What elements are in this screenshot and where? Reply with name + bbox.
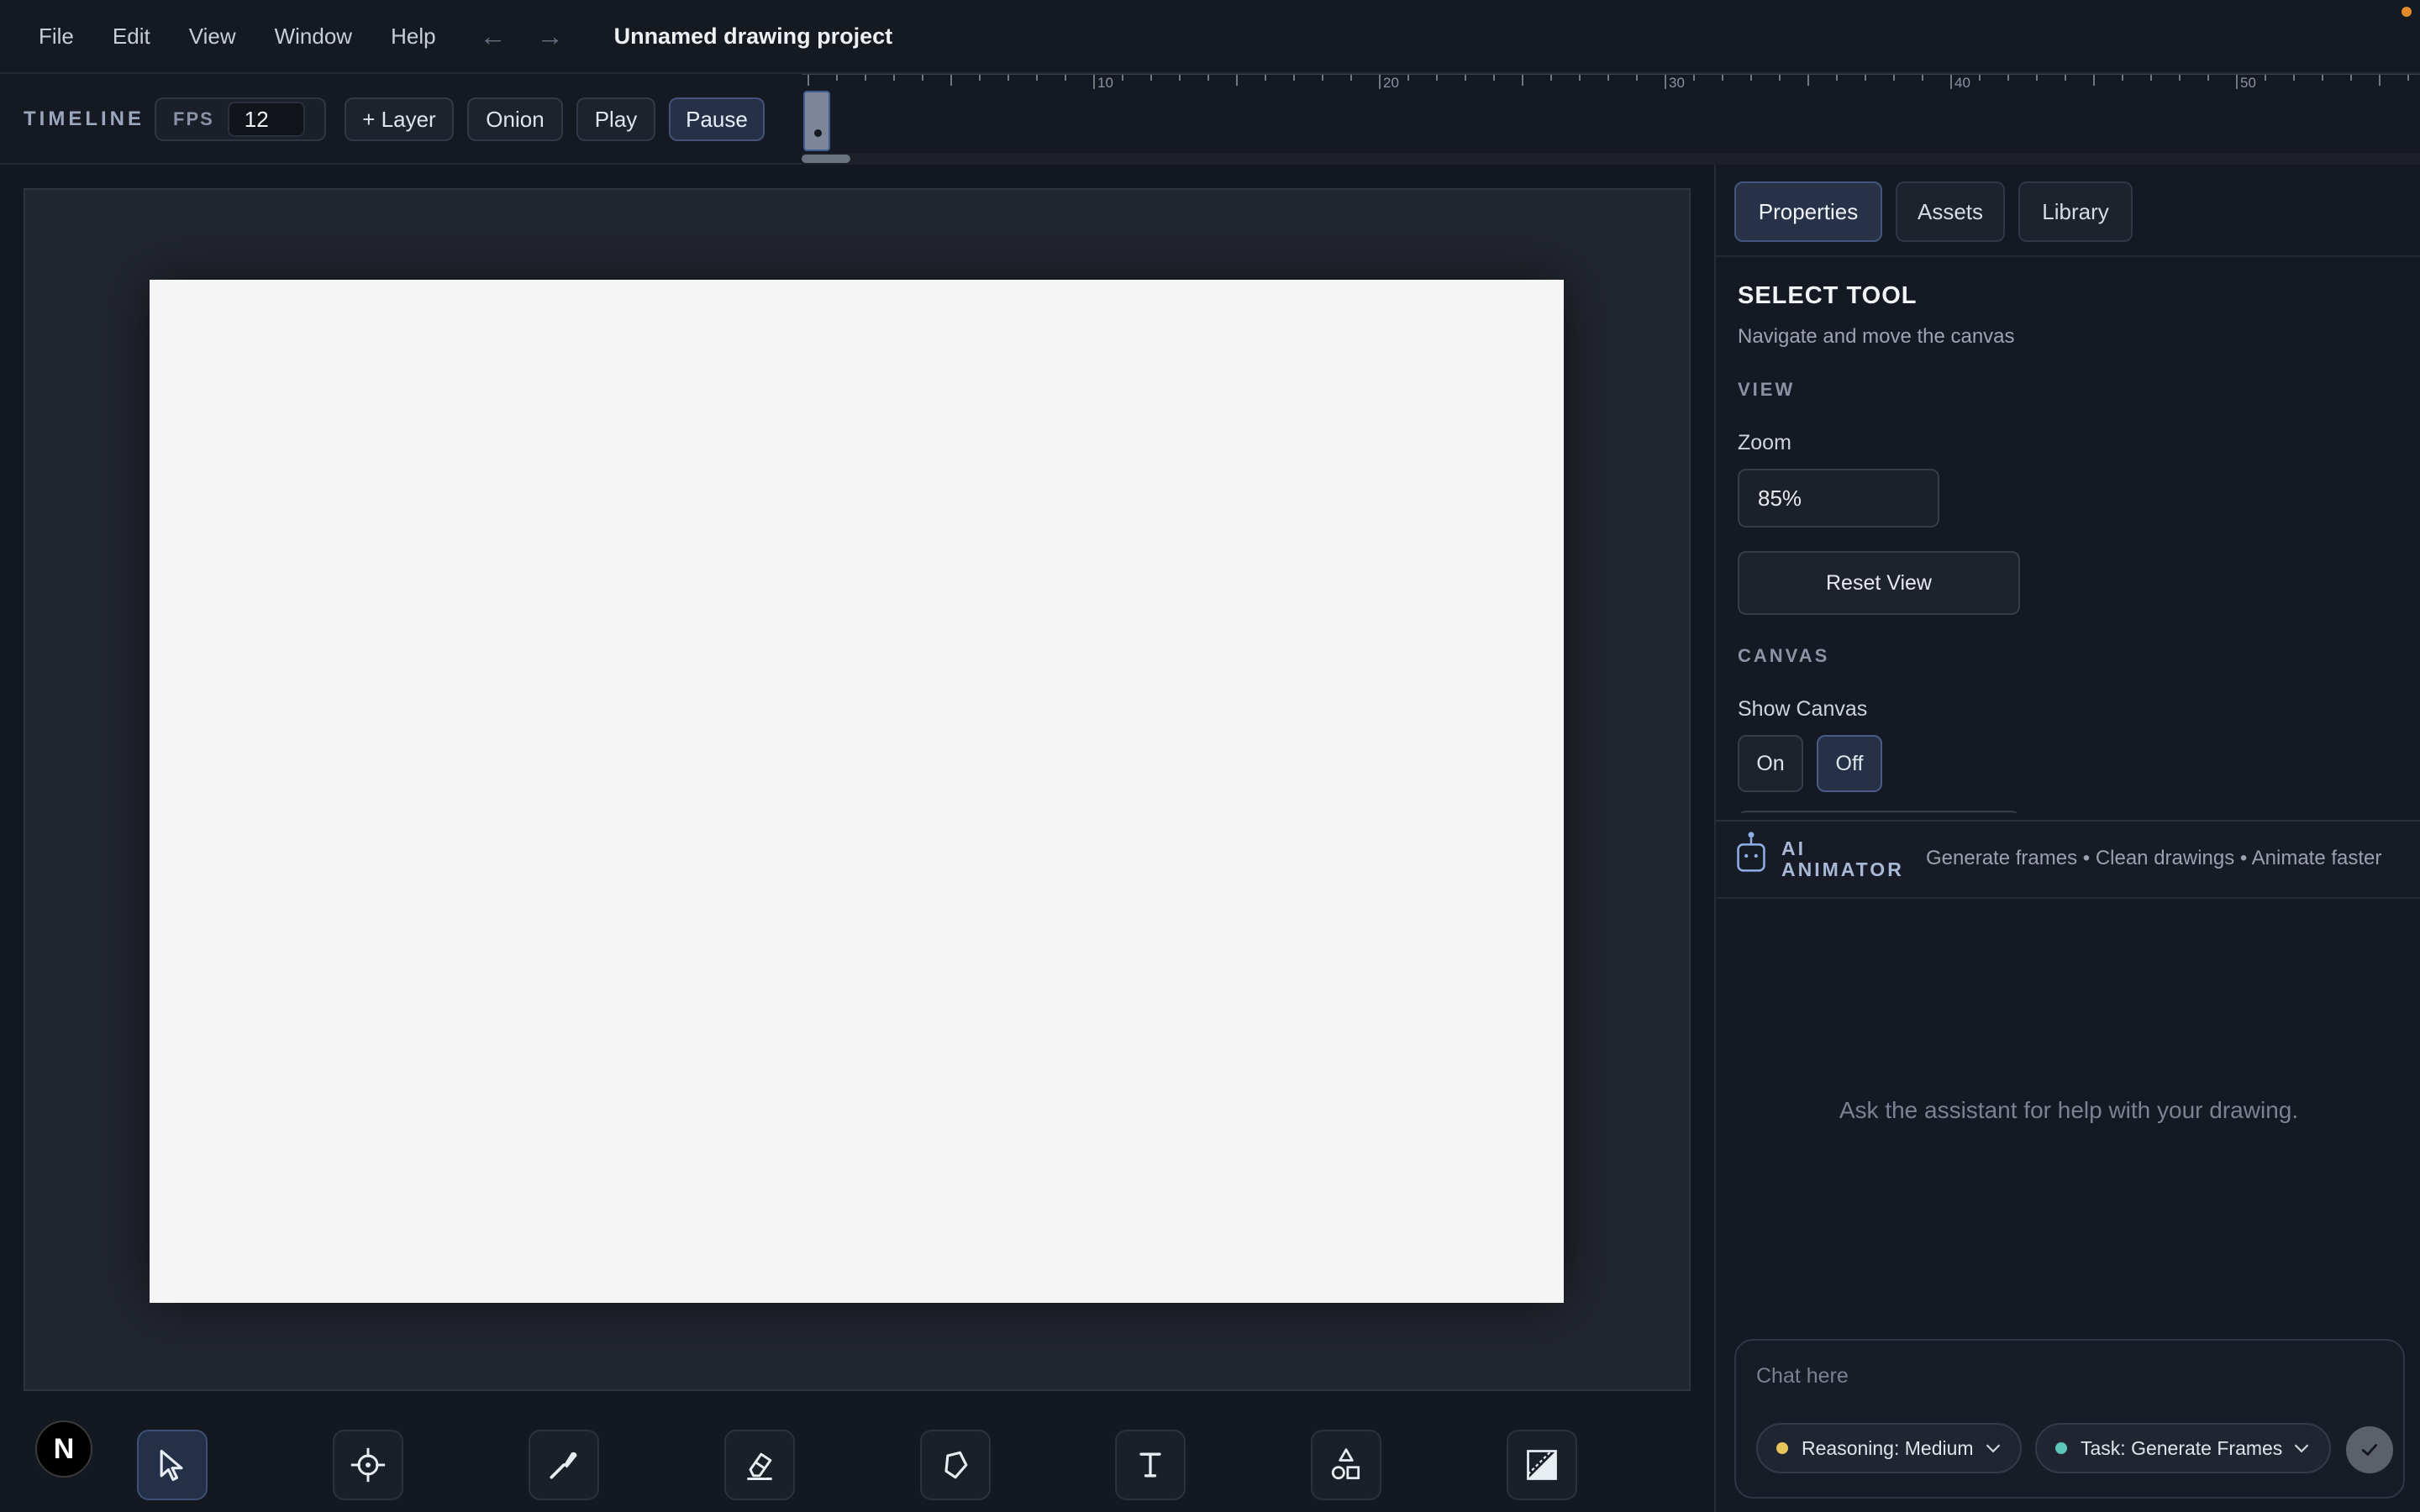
timeline-ruler[interactable]: 10 20 30 40 50 (802, 74, 2420, 165)
fill-tool-button[interactable] (920, 1430, 991, 1500)
show-canvas-label: Show Canvas (1738, 697, 1868, 721)
pause-button[interactable]: Pause (669, 97, 765, 141)
menu-help[interactable]: Help (391, 24, 435, 50)
canvas-section-label: CANVAS (1738, 645, 1830, 666)
text-tool-button[interactable] (1115, 1430, 1186, 1500)
timeline-bar: TIMELINE FPS + Layer Onion Play Pause 10… (0, 74, 2420, 165)
show-canvas-toggle: On Off (1738, 735, 2402, 792)
select-tool-button[interactable] (137, 1430, 208, 1500)
robot-icon (1737, 832, 1765, 872)
menu-bar: File Edit View Window Help ← → Unnamed d… (0, 0, 2420, 74)
add-layer-button[interactable]: + Layer (345, 97, 454, 141)
tabs-divider (1716, 255, 2420, 257)
pointer-icon (160, 1449, 183, 1481)
clipped-button[interactable] (1738, 811, 2020, 813)
project-title: Unnamed drawing project (613, 23, 893, 49)
shapes-icon (1331, 1448, 1360, 1480)
crosshair-icon (350, 1447, 386, 1483)
undo-arrow-icon[interactable]: ← (480, 21, 507, 52)
reasoning-label: Reasoning: Medium (1802, 1436, 1974, 1459)
show-canvas-off-button[interactable]: Off (1817, 735, 1882, 792)
fill-icon (944, 1451, 968, 1479)
tool-description: Navigate and move the canvas (1738, 325, 2015, 348)
ai-title-line2: ANIMATOR (1781, 858, 1904, 880)
view-section-label: VIEW (1738, 379, 1796, 400)
tab-properties[interactable]: Properties (1734, 181, 1882, 242)
onion-button[interactable]: Onion (467, 97, 563, 141)
ruler-label: 10 (1097, 75, 1113, 91)
pan-tool-button[interactable] (333, 1430, 403, 1500)
play-button[interactable]: Play (576, 97, 655, 141)
brush-icon (550, 1452, 577, 1479)
keyframe-dot (814, 129, 822, 137)
menu-window[interactable]: Window (275, 24, 352, 50)
right-panel: Properties Assets Library SELECT TOOL Na… (1714, 165, 2420, 1512)
status-dot (2402, 7, 2412, 17)
eraser-icon (747, 1452, 772, 1480)
ai-empty-message: Ask the assistant for help with your dra… (1839, 1097, 2299, 1123)
menu-edit[interactable]: Edit (113, 24, 150, 50)
redo-arrow-icon[interactable]: → (537, 21, 564, 52)
reset-view-button[interactable]: Reset View (1738, 551, 2020, 615)
chevron-down-icon (1986, 1444, 2000, 1453)
chat-box: Reasoning: Medium Task: Generate Frames (1734, 1339, 2405, 1499)
tab-library[interactable]: Library (2018, 181, 2133, 242)
reasoning-dot (1776, 1442, 1788, 1454)
brand-logo: N (35, 1420, 92, 1478)
timeline-scroll-track[interactable] (802, 153, 2420, 165)
menu-view[interactable]: View (189, 24, 236, 50)
shapes-tool-button[interactable] (1311, 1430, 1381, 1500)
gradient-tool-button[interactable] (1507, 1430, 1577, 1500)
task-dot (2055, 1442, 2067, 1454)
menu-file[interactable]: File (39, 24, 74, 50)
chat-input[interactable] (1756, 1359, 2378, 1393)
ai-title-line1: AI (1781, 837, 1806, 859)
brush-tool-button[interactable] (529, 1430, 599, 1500)
gradient-icon (1527, 1450, 1557, 1480)
playhead[interactable] (803, 91, 830, 151)
zoom-label: Zoom (1738, 431, 1791, 454)
text-icon (1139, 1452, 1161, 1478)
reasoning-dropdown[interactable]: Reasoning: Medium (1756, 1423, 2022, 1473)
check-icon (2362, 1444, 2377, 1456)
ai-animator-header: AI ANIMATOR Generate frames • Clean draw… (1716, 820, 2420, 899)
timeline-scroll-thumb[interactable] (802, 155, 850, 163)
ruler-label: 30 (1669, 75, 1685, 91)
ruler-ticks: 10 20 30 40 50 (802, 74, 2420, 91)
tool-bar (0, 1416, 1714, 1512)
properties-panel: SELECT TOOL Navigate and move the canvas… (1738, 282, 2402, 813)
task-dropdown[interactable]: Task: Generate Frames (2035, 1423, 2331, 1473)
task-label: Task: Generate Frames (2081, 1436, 2283, 1459)
tab-assets[interactable]: Assets (1896, 181, 2005, 242)
ai-animator-title: AI ANIMATOR (1781, 838, 1916, 880)
drawing-canvas[interactable] (150, 280, 1564, 1303)
tool-title: SELECT TOOL (1738, 282, 1918, 309)
ai-tagline: Generate frames • Clean drawings • Anima… (1926, 847, 2382, 869)
eraser-tool-button[interactable] (724, 1430, 795, 1500)
chevron-down-icon (2295, 1444, 2309, 1453)
panel-tabs: Properties Assets Library (1734, 181, 2146, 242)
fps-input[interactable] (227, 102, 305, 137)
show-canvas-on-button[interactable]: On (1738, 735, 1803, 792)
timeline-label: TIMELINE (24, 108, 145, 130)
ruler-label: 50 (2240, 75, 2256, 91)
ruler-label: 40 (1954, 75, 1970, 91)
send-button[interactable] (2346, 1426, 2393, 1473)
ruler-label: 20 (1383, 75, 1399, 91)
fps-group: FPS (155, 97, 326, 141)
fps-label: FPS (173, 108, 214, 129)
zoom-input[interactable] (1738, 469, 1939, 528)
